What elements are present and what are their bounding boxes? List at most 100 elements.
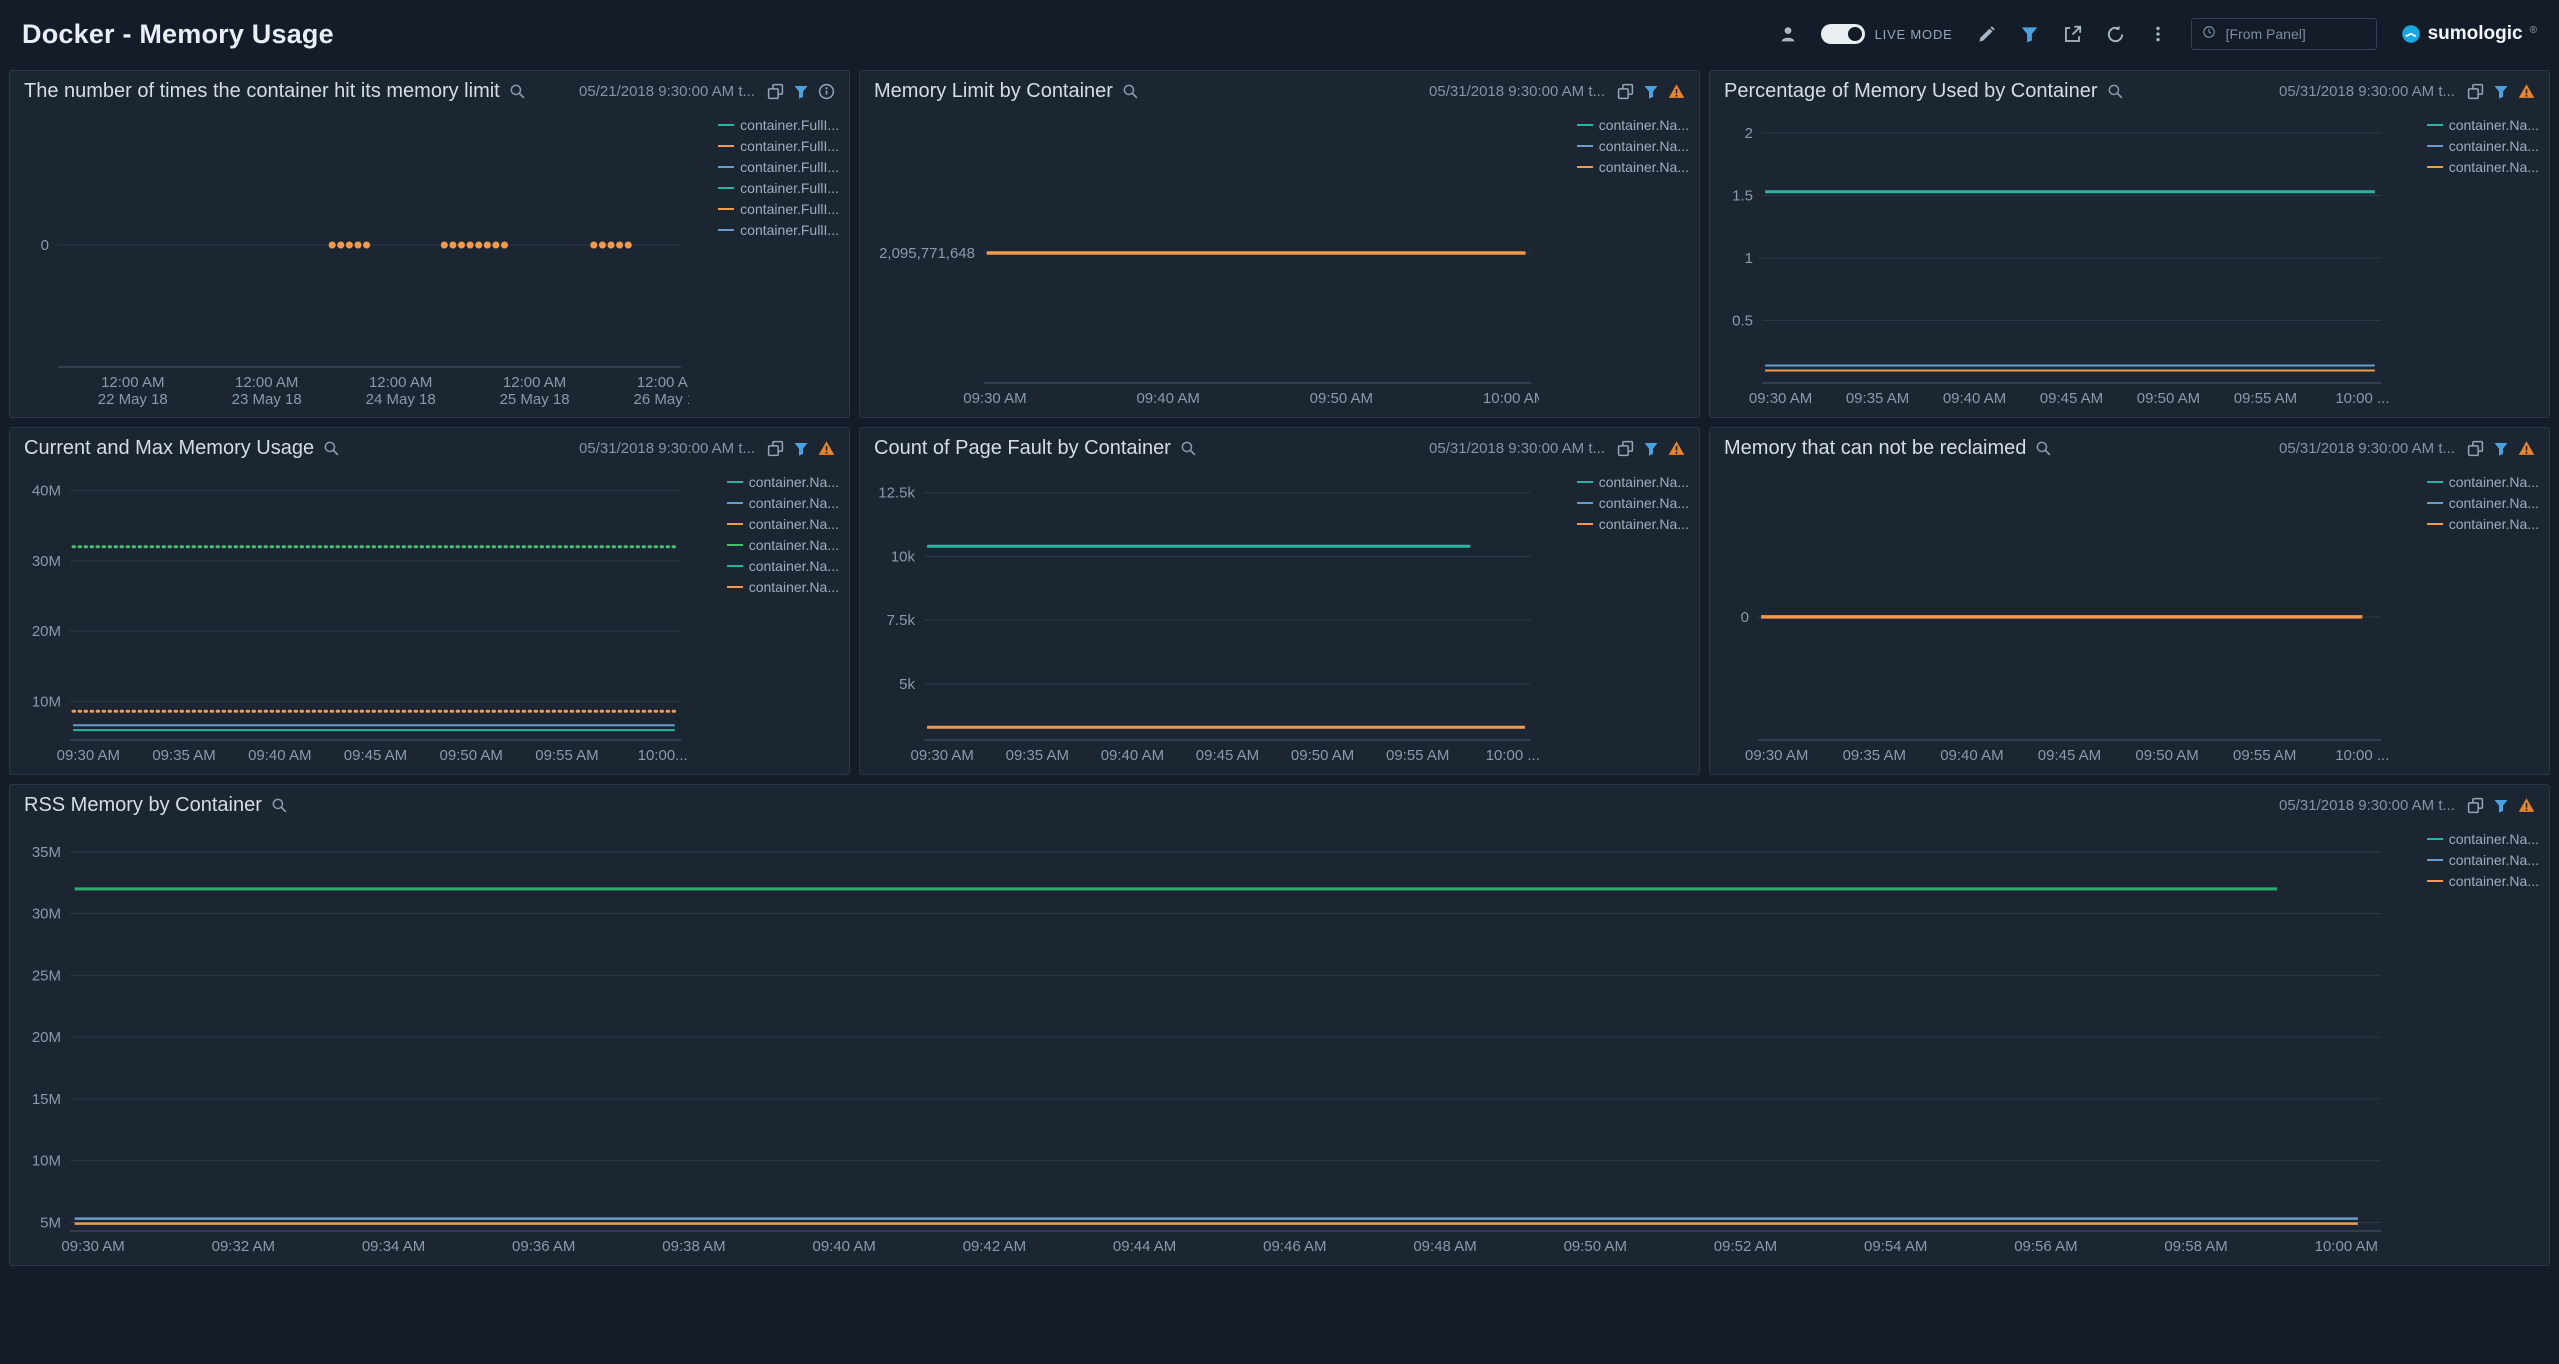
legend-item[interactable]: container.Na... [1577,495,1689,511]
copy-panel-icon[interactable] [1617,440,1634,457]
chart-area[interactable]: 0.511.5209:30 AM09:35 AM09:40 AM09:45 AM… [1716,111,2389,413]
panel-warning-icon[interactable] [1668,83,1685,100]
panel-title: RSS Memory by Container [24,794,262,817]
legend-item[interactable]: container.Na... [727,579,839,595]
chart-area[interactable]: 2,095,771,64809:30 AM09:40 AM09:50 AM10:… [866,111,1539,413]
panel-filter-icon[interactable] [2493,84,2509,100]
svg-text:09:48 AM: 09:48 AM [1413,1238,1476,1255]
svg-text:09:35 AM: 09:35 AM [1846,390,1909,407]
edit-icon[interactable] [1977,25,1996,44]
legend-item[interactable]: container.FullI... [718,222,839,238]
legend-item[interactable]: container.Na... [727,474,839,490]
copy-panel-icon[interactable] [767,83,784,100]
legend-item[interactable]: container.Na... [1577,159,1689,175]
share-icon[interactable] [2063,25,2082,44]
chart-area[interactable]: 5k7.5k10k12.5k09:30 AM09:35 AM09:40 AM09… [866,468,1539,770]
zoom-icon[interactable] [2107,83,2124,100]
panel-filter-icon[interactable] [793,441,809,457]
legend-label: container.Na... [2449,117,2539,133]
panel-filter-icon[interactable] [2493,798,2509,814]
legend-item[interactable]: container.Na... [1577,474,1689,490]
legend-item[interactable]: container.Na... [727,516,839,532]
zoom-icon[interactable] [1180,440,1197,457]
svg-text:09:45 AM: 09:45 AM [344,747,407,764]
legend-item[interactable]: container.Na... [2427,159,2539,175]
legend-item[interactable]: container.FullI... [718,159,839,175]
svg-text:09:40 AM: 09:40 AM [248,747,311,764]
legend-item[interactable]: container.FullI... [718,180,839,196]
zoom-icon[interactable] [323,440,340,457]
panel-timerange: 05/31/2018 9:30:00 AM t... [2279,83,2455,100]
copy-panel-icon[interactable] [1617,83,1634,100]
zoom-icon[interactable] [271,797,288,814]
svg-text:35M: 35M [32,844,61,861]
chart-area[interactable]: 5M10M15M20M25M30M35M09:30 AM09:32 AM09:3… [16,825,2389,1261]
sumologic-logo: sumologic ® [2401,23,2537,45]
live-mode-toggle[interactable] [1821,24,1865,44]
legend-item[interactable]: container.Na... [2427,852,2539,868]
more-options-icon[interactable] [2149,25,2167,43]
panel-title: Current and Max Memory Usage [24,437,314,460]
panel-warning-icon[interactable] [1668,440,1685,457]
chart-svg: 10M20M30M40M09:30 AM09:35 AM09:40 AM09:4… [16,468,689,770]
legend-item[interactable]: container.FullI... [718,117,839,133]
legend-label: container.Na... [1599,516,1689,532]
clock-icon [2202,25,2216,44]
zoom-icon[interactable] [1122,83,1139,100]
panel-warning-icon[interactable] [2518,797,2535,814]
panel-warning-icon[interactable] [818,440,835,457]
legend-swatch [718,208,734,210]
legend-item[interactable]: container.Na... [2427,138,2539,154]
chart-legend: container.Na... container.Na... container.… [727,474,839,595]
panel-info-icon[interactable] [818,83,835,100]
refresh-icon[interactable] [2106,25,2125,44]
chart-svg: 009:30 AM09:35 AM09:40 AM09:45 AM09:50 A… [1716,468,2389,770]
zoom-icon[interactable] [509,83,526,100]
zoom-icon[interactable] [2035,440,2052,457]
panel-filter-icon[interactable] [1643,441,1659,457]
panel-actions [767,83,835,100]
legend-item[interactable]: container.Na... [2427,516,2539,532]
svg-text:09:50 AM: 09:50 AM [1564,1238,1627,1255]
svg-text:09:40 AM: 09:40 AM [1101,747,1164,764]
legend-item[interactable]: container.Na... [1577,117,1689,133]
svg-text:12:00 AM23 May 18: 12:00 AM23 May 18 [232,374,302,408]
legend-item[interactable]: container.FullI... [718,201,839,217]
panel-timerange: 05/31/2018 9:30:00 AM t... [2279,797,2455,814]
legend-swatch [1577,145,1593,147]
legend-item[interactable]: container.Na... [2427,873,2539,889]
user-icon[interactable] [1779,25,1797,43]
svg-text:12.5k: 12.5k [878,485,915,502]
svg-text:09:45 AM: 09:45 AM [1196,747,1259,764]
legend-swatch [2427,481,2443,483]
chart-area[interactable]: 009:30 AM09:35 AM09:40 AM09:45 AM09:50 A… [1716,468,2389,770]
chart-area[interactable]: 10M20M30M40M09:30 AM09:35 AM09:40 AM09:4… [16,468,689,770]
legend-item[interactable]: container.FullI... [718,138,839,154]
copy-panel-icon[interactable] [2467,797,2484,814]
legend-item[interactable]: container.Na... [2427,831,2539,847]
copy-panel-icon[interactable] [2467,440,2484,457]
panel-warning-icon[interactable] [2518,83,2535,100]
copy-panel-icon[interactable] [767,440,784,457]
legend-item[interactable]: container.Na... [727,537,839,553]
panel-filter-icon[interactable] [793,84,809,100]
legend-item[interactable]: container.Na... [727,495,839,511]
legend-label: container.Na... [749,579,839,595]
panel-filter-icon[interactable] [2493,441,2509,457]
copy-panel-icon[interactable] [2467,83,2484,100]
legend-item[interactable]: container.Na... [2427,495,2539,511]
legend-item[interactable]: container.Na... [1577,138,1689,154]
panel-filter-icon[interactable] [1643,84,1659,100]
sumologic-logo-mark [2401,24,2421,44]
svg-text:20M: 20M [32,1029,61,1046]
legend-item[interactable]: container.Na... [1577,516,1689,532]
chart-area[interactable]: 012:00 AM22 May 1812:00 AM23 May 1812:00… [16,111,689,413]
legend-item[interactable]: container.Na... [2427,474,2539,490]
legend-item[interactable]: container.Na... [727,558,839,574]
svg-text:30M: 30M [32,906,61,923]
filter-icon[interactable] [2020,25,2039,44]
svg-text:10:00 ...: 10:00 ... [2335,390,2389,407]
panel-warning-icon[interactable] [2518,440,2535,457]
time-range-input[interactable] [2224,25,2354,43]
legend-item[interactable]: container.Na... [2427,117,2539,133]
